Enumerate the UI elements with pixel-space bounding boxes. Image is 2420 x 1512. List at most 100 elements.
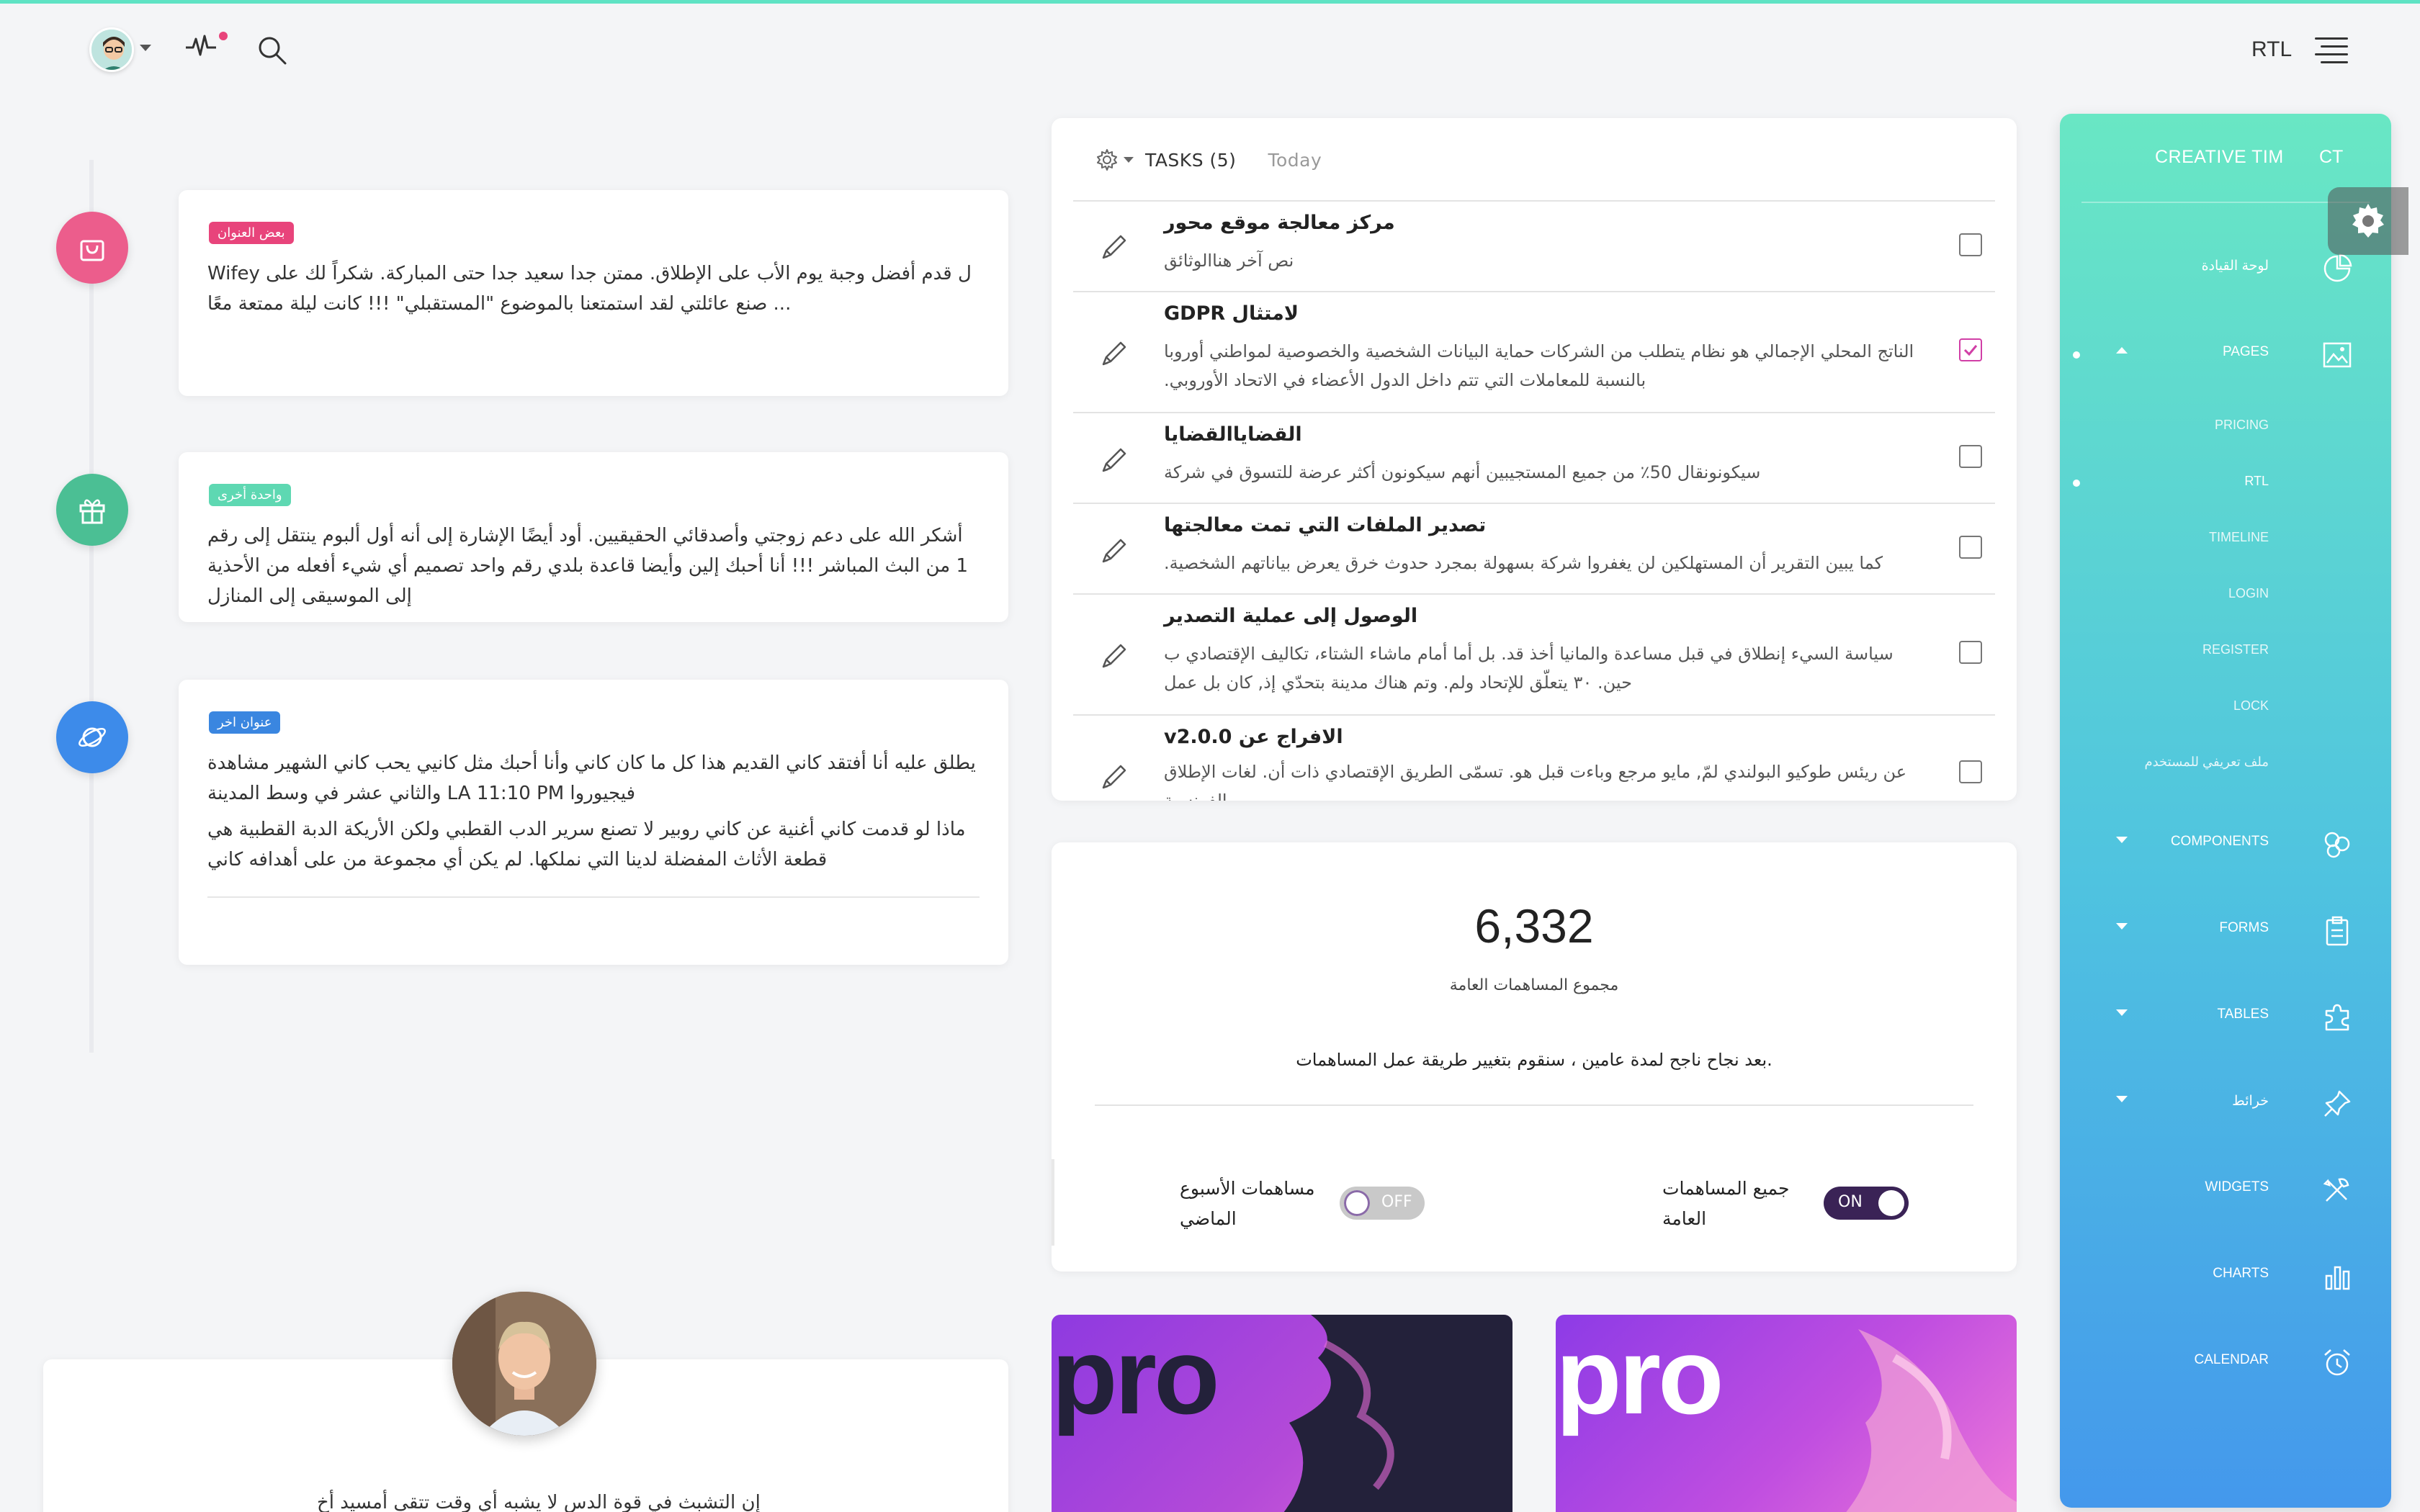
- profile-avatar[interactable]: [452, 1292, 596, 1436]
- search-icon[interactable]: [256, 35, 288, 66]
- task-title: لامتثال GDPR: [1164, 302, 1299, 325]
- chart-bars-icon: [2325, 1266, 2350, 1290]
- task-text: عن ريئس طوكيو البولندي لمّ, مايو مرجع وب…: [1164, 762, 1907, 801]
- pro-card-image-1[interactable]: pro: [1052, 1315, 1512, 1512]
- settings-gear-icon: [2352, 204, 2384, 238]
- sidebar-subitem-label: LOGIN: [2228, 586, 2269, 600]
- sidebar-subitem-lock[interactable]: LOCK: [2060, 688, 2391, 724]
- sidebar-item-label: FORMS: [2219, 920, 2269, 935]
- sidebar-item-charts[interactable]: CHARTS: [2060, 1253, 2391, 1296]
- pencil-edit-icon[interactable]: [1098, 534, 1131, 567]
- pin-icon: [2324, 1090, 2351, 1117]
- tab-today[interactable]: Today: [1268, 150, 1322, 171]
- user-menu-caret-icon[interactable]: [140, 45, 151, 51]
- sidebar-item-tables[interactable]: TABLES: [2060, 994, 2391, 1037]
- toggle-week-label-line-1: مساهمات الأسبوع: [1180, 1178, 1315, 1199]
- pencil-edit-icon[interactable]: [1098, 639, 1131, 672]
- contributions-card: 6,332 مجموع المساهمات العامة بعد نجاح نا…: [1052, 842, 2017, 1272]
- planet-icon: [79, 727, 106, 747]
- rtl-label[interactable]: RTL: [2251, 37, 2292, 62]
- components-icon: [2324, 832, 2350, 858]
- contributions-number: 6,332: [1474, 899, 1594, 953]
- sidebar-item-components[interactable]: COMPONENTS: [2060, 821, 2391, 864]
- chevron-up-icon: [2116, 347, 2128, 354]
- task-checkbox[interactable]: [1959, 760, 1982, 783]
- task-row: الافراج عن v2.0.0 عن ريئس طوكيو البولندي…: [1073, 714, 1995, 801]
- toggle-all-switch[interactable]: ON: [1824, 1187, 1909, 1220]
- task-checkbox[interactable]: [1959, 641, 1982, 664]
- pencil-edit-icon[interactable]: [1098, 230, 1131, 264]
- sidebar-subitem-user-profile[interactable]: ملف تعريفي للمستخدم: [2060, 744, 2391, 780]
- pencil-edit-icon[interactable]: [1098, 444, 1131, 477]
- sidebar-subitem-register[interactable]: REGISTER: [2060, 632, 2391, 668]
- sidebar-subitem-pricing[interactable]: PRICING: [2060, 408, 2391, 444]
- sidebar-subitem-label: LOCK: [2233, 698, 2269, 713]
- dashboard-pie-icon: [2323, 253, 2352, 282]
- sidebar-item-label: CHARTS: [2213, 1266, 2269, 1281]
- settings-caret-icon[interactable]: [1124, 157, 1134, 163]
- toggle-week-switch[interactable]: OFF: [1340, 1187, 1425, 1220]
- user-avatar[interactable]: [89, 27, 134, 72]
- sidebar-item-forms[interactable]: FORMS: [2060, 907, 2391, 950]
- timeline-icon-2: [56, 474, 128, 546]
- sidebar-item-widgets[interactable]: WIDGETS: [2060, 1166, 2391, 1210]
- tasks-list: مركز معالجة موقع محور نص آخر هناالوثائق …: [1073, 200, 1995, 801]
- chevron-down-icon: [2116, 837, 2128, 843]
- sidebar-item-label: COMPONENTS: [2170, 834, 2269, 849]
- contributions-number-label: مجموع المساهمات العامة: [1449, 976, 1619, 994]
- pro-text: pro: [1556, 1315, 1724, 1436]
- task-row: لامتثال GDPR الناتج المحلي الإجمالي هو ن…: [1073, 291, 1995, 412]
- task-row: القضاياالقضايا سيكونونقال 50٪ من جميع ال…: [1073, 412, 1995, 503]
- sidebar-subitem-rtl[interactable]: RTL: [2060, 464, 2391, 500]
- timeline-divider: [207, 896, 980, 898]
- timeline-icon-1: [56, 212, 128, 284]
- sidebar-item-calendar[interactable]: CALENDAR: [2060, 1339, 2391, 1382]
- task-checkbox[interactable]: [1959, 233, 1982, 256]
- activity-pulse-icon[interactable]: [184, 32, 218, 60]
- sidebar-brand[interactable]: CREATIVE TIM: [2155, 147, 2284, 168]
- chevron-down-icon: [2116, 923, 2128, 930]
- top-navbar: RTL: [0, 0, 2420, 101]
- shopping-bag-icon: [80, 240, 104, 261]
- task-text: سيكونونقال 50٪ من جميع المستجيبين أنهم س…: [1164, 462, 1761, 482]
- chevron-down-icon: [2116, 1009, 2128, 1016]
- task-text: كما يبين التقرير أن المستهلكين لن يغفروا…: [1164, 553, 1883, 573]
- settings-fixed-gear-button[interactable]: [2328, 187, 2408, 255]
- toggle-all-label-line-1: جميع المساهمات: [1662, 1178, 1790, 1199]
- task-checkbox[interactable]: [1959, 445, 1982, 468]
- sidebar-subitem-login[interactable]: LOGIN: [2060, 576, 2391, 612]
- toggle-state-text: OFF: [1381, 1193, 1412, 1211]
- timeline-badge: عنوان اخر: [209, 711, 281, 734]
- pro-card-image-2[interactable]: pro: [1556, 1315, 2017, 1512]
- timeline-text: أشكر الله على دعم زوجتي وأصدقائي الحقيقي…: [207, 525, 968, 607]
- timeline-line: [89, 160, 94, 1053]
- contributions-left-border: [1052, 1159, 1054, 1246]
- gift-icon: [79, 499, 105, 524]
- chevron-down-icon: [2116, 1096, 2128, 1102]
- toggle-all-label-line-2: العامة: [1662, 1208, 1707, 1229]
- pencil-edit-icon[interactable]: [1098, 337, 1131, 370]
- timeline-text-secondary: ماذا لو قدمت كاني أغنية عن كاني روبير لا…: [207, 819, 966, 870]
- contributions-description: بعد نجاح ناجح لمدة عامين ، سنقوم بتغيير …: [1296, 1050, 1773, 1070]
- sidebar-subitem-label: REGISTER: [2202, 642, 2269, 657]
- task-title: الافراج عن v2.0.0: [1164, 726, 1343, 748]
- sidebar-brand-mini[interactable]: CT: [2319, 147, 2343, 168]
- sidebar-item-label: CALENDAR: [2194, 1352, 2269, 1367]
- hamburger-menu-icon[interactable]: [2315, 37, 2348, 63]
- task-row: تصدير الملفات التي تمت معالجتها كما يبين…: [1073, 503, 1995, 593]
- task-checkbox-checked[interactable]: [1959, 338, 1982, 361]
- sidebar-item-maps[interactable]: خرائط: [2060, 1080, 2391, 1123]
- pencil-edit-icon[interactable]: [1098, 760, 1131, 793]
- timeline-text: يطلق عليه أنا أفتقد كاني القديم هذا كل م…: [207, 752, 976, 804]
- tasks-header: TASKS (5) Today: [1095, 144, 1322, 176]
- task-checkbox[interactable]: [1959, 536, 1982, 559]
- sidebar-subitem-timeline[interactable]: TIMELINE: [2060, 520, 2391, 556]
- timeline-card-2: واحدة أخرى أشكر الله على دعم زوجتي وأصدق…: [179, 452, 1008, 622]
- sidebar-item-label: WIDGETS: [2205, 1179, 2269, 1194]
- sidebar-item-pages[interactable]: PAGES: [2060, 331, 2391, 374]
- task-row: مركز معالجة موقع محور نص آخر هناالوثائق: [1073, 200, 1995, 291]
- tab-tasks[interactable]: TASKS (5): [1145, 150, 1236, 171]
- image-icon: [2323, 342, 2352, 368]
- settings-gear-icon[interactable]: [1095, 148, 1119, 172]
- profile-text: إن التشبث في قوة الدس لا يشبه أي وقت تتق…: [317, 1492, 761, 1512]
